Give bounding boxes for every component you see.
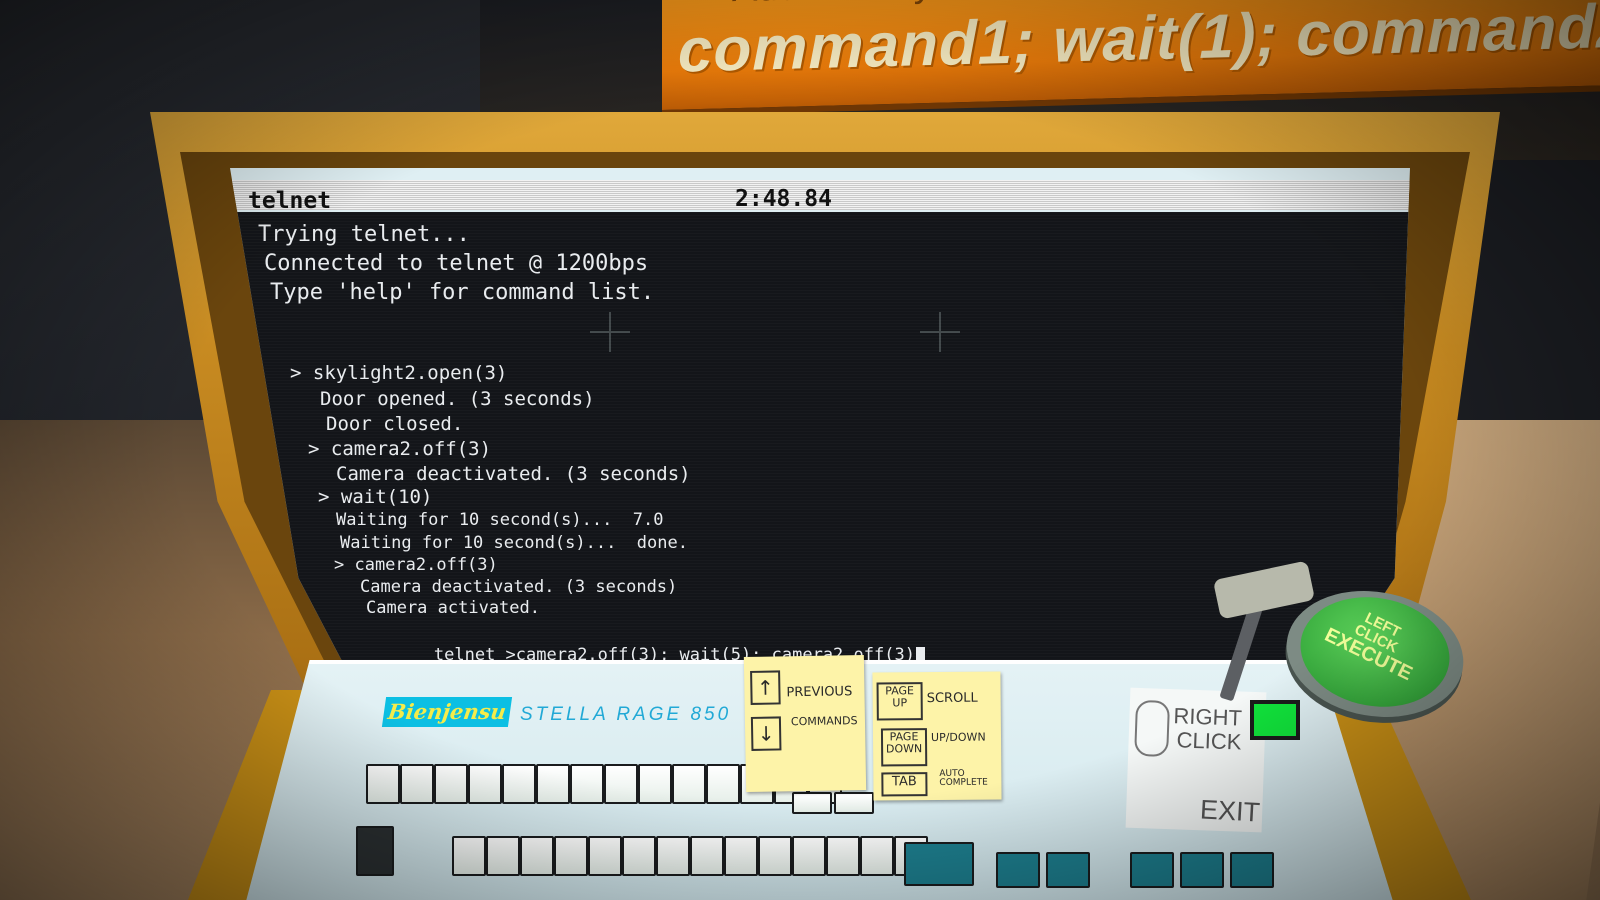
keyboard-key bbox=[792, 792, 832, 814]
keyboard-key bbox=[1180, 852, 1224, 888]
keyboard-key bbox=[452, 836, 486, 876]
countdown-timer: 2:48.84 bbox=[735, 186, 832, 212]
note-label: COMMANDS bbox=[790, 714, 858, 729]
terminal-line: > camera2.off(3) bbox=[308, 438, 492, 460]
keyboard-key bbox=[536, 764, 570, 804]
banner-command-hint: command1; wait(1); command2 bbox=[678, 0, 1600, 86]
terminal-line: Camera deactivated. (3 seconds) bbox=[360, 577, 678, 597]
terminal-line: Camera deactivated. (3 seconds) bbox=[336, 463, 691, 485]
keyboard-key bbox=[520, 836, 554, 876]
keyboard-key bbox=[996, 852, 1040, 888]
terminal-line: Waiting for 10 second(s)... done. bbox=[340, 533, 688, 553]
screen-reflection-mark bbox=[590, 312, 630, 352]
keyboard-key bbox=[834, 792, 874, 814]
text-cursor bbox=[915, 647, 925, 662]
keyboard-key bbox=[622, 836, 656, 876]
keyboard-key bbox=[724, 836, 758, 876]
keyboard-key bbox=[1046, 852, 1090, 888]
sticky-note-keys: PAGE UP PAGE DOWN TAB SCROLL UP/DOWN AUT… bbox=[872, 671, 1002, 801]
keyboard-key bbox=[792, 836, 826, 876]
note-label: SCROLL bbox=[926, 690, 978, 707]
terminal-title: telnet bbox=[248, 188, 332, 214]
mouse-icon bbox=[1134, 699, 1171, 758]
keyboard-key bbox=[356, 826, 394, 876]
down-arrow-key-icon: ↓ bbox=[750, 716, 782, 751]
tab-key-icon: TAB bbox=[881, 772, 928, 797]
terminal-line: > skylight2.open(3) bbox=[290, 362, 508, 384]
keyboard-key bbox=[400, 764, 434, 804]
terminal-line: > wait(10) bbox=[318, 486, 433, 508]
exit-label[interactable]: EXIT bbox=[1199, 794, 1261, 828]
right-click-label: CLICK bbox=[1176, 727, 1242, 755]
terminal-line: Connected to telnet @ 1200bps bbox=[264, 251, 649, 276]
terminal-line: Camera activated. bbox=[366, 598, 540, 618]
keyboard-key bbox=[656, 836, 690, 876]
terminal-line: > camera2.off(3) bbox=[334, 555, 498, 575]
keyboard-key bbox=[706, 764, 740, 804]
keyboard-key bbox=[758, 836, 792, 876]
keyboard-key bbox=[554, 836, 588, 876]
keyboard-key bbox=[570, 764, 604, 804]
note-label: UP/DOWN bbox=[930, 730, 986, 745]
terminal-line: Door closed. bbox=[326, 413, 464, 435]
brand-logo: Bienjensu bbox=[381, 697, 513, 727]
keyboard-key bbox=[604, 764, 638, 804]
keyboard-key bbox=[672, 764, 706, 804]
note-label: PREVIOUS bbox=[786, 684, 853, 701]
screen-reflection-mark bbox=[920, 312, 960, 352]
terminal-line: Door opened. (3 seconds) bbox=[320, 388, 595, 410]
keyboard-key bbox=[468, 764, 502, 804]
sticky-note-history: ↑ ↓ PREVIOUS COMMANDS bbox=[743, 654, 867, 793]
right-click-label: RIGHT bbox=[1173, 703, 1243, 731]
keyboard-key bbox=[502, 764, 536, 804]
keyboard-key bbox=[1230, 852, 1274, 888]
keyboard-key bbox=[860, 836, 894, 876]
keyboard-key bbox=[486, 836, 520, 876]
keyboard-key bbox=[638, 764, 672, 804]
keyboard-key bbox=[366, 764, 400, 804]
page-up-key-icon: PAGE UP bbox=[876, 682, 923, 721]
keyboard-key bbox=[1130, 852, 1174, 888]
up-arrow-key-icon: ↑ bbox=[750, 670, 781, 705]
keyboard-key bbox=[588, 836, 622, 876]
page-down-key-icon: PAGE DOWN bbox=[880, 728, 928, 767]
keyboard-model: STELLA RAGE 850 bbox=[520, 704, 732, 725]
terminal-line: Waiting for 10 second(s)... 7.0 bbox=[336, 510, 664, 530]
status-led bbox=[1250, 700, 1300, 740]
terminal-line: Trying telnet... bbox=[258, 222, 470, 247]
note-label: AUTO COMPLETE bbox=[939, 768, 988, 789]
terminal-line: Type 'help' for command list. bbox=[270, 280, 655, 305]
keyboard-key bbox=[434, 764, 468, 804]
keyboard-key bbox=[690, 836, 724, 876]
game-scene: Add a delay command1; wait(1); command2 … bbox=[0, 0, 1600, 900]
keyboard-key bbox=[826, 836, 860, 876]
keyboard-key bbox=[904, 842, 974, 886]
